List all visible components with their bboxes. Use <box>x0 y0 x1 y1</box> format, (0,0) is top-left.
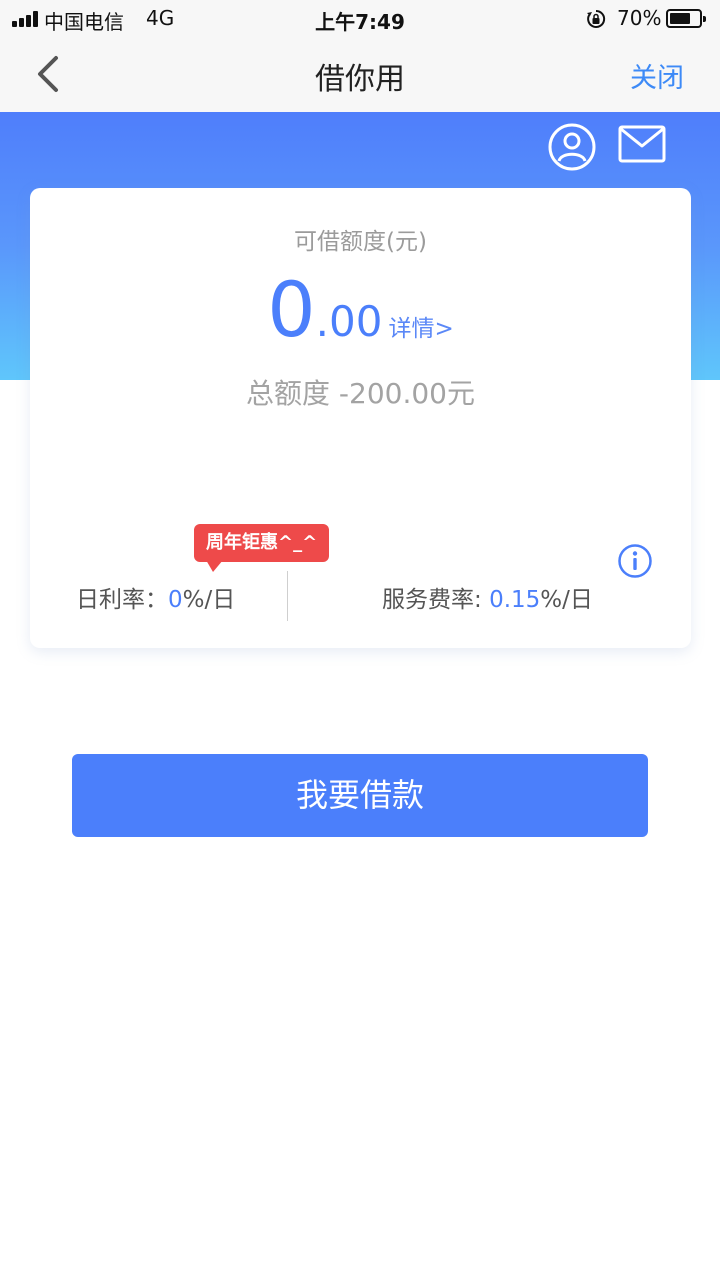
service-rate-value: 0.15 <box>489 587 541 613</box>
service-rate-label: 服务费率: <box>382 587 490 613</box>
nav-bar: 借你用 关闭 <box>0 36 720 112</box>
loan-page: 中国电信 4G 上午7:49 70% 借你用 关闭 可借额度(元) 0.00 详… <box>0 0 720 1280</box>
info-icon[interactable] <box>617 543 653 579</box>
borrow-button[interactable]: 我要借款 <box>72 754 648 837</box>
rate-divider <box>287 571 288 621</box>
service-rate-unit: %/日 <box>540 587 593 613</box>
service-rate: 服务费率: 0.15%/日 <box>382 580 593 614</box>
daily-rate-value: 0 <box>168 587 183 613</box>
credit-card: 可借额度(元) 0.00 详情> 总额度 -200.00元 周年钜惠^_^ 日利率… <box>30 188 691 648</box>
amount-integer: 0 <box>267 265 316 354</box>
daily-rate: 日利率：0%/日 <box>76 580 235 614</box>
detail-link[interactable]: 详情> <box>388 316 453 342</box>
promo-badge-tail <box>206 560 223 572</box>
available-credit-amount: 0.00 详情> <box>30 272 691 348</box>
user-icon[interactable] <box>547 122 597 172</box>
orientation-lock-icon <box>587 9 606 28</box>
total-limit: 总额度 -200.00元 <box>246 377 475 410</box>
daily-rate-unit: %/日 <box>182 587 236 613</box>
close-button[interactable]: 关闭 <box>630 56 684 95</box>
daily-rate-label: 日利率： <box>76 587 168 613</box>
battery-icon <box>666 9 706 28</box>
status-bar: 中国电信 4G 上午7:49 70% <box>0 0 720 36</box>
status-time: 上午7:49 <box>315 10 405 34</box>
battery-percent: 70% <box>617 6 662 30</box>
promo-badge: 周年钜惠^_^ <box>194 524 330 562</box>
page-title: 借你用 <box>315 62 405 97</box>
available-credit-label: 可借额度(元) <box>294 229 427 255</box>
amount-decimal: .00 <box>315 297 383 346</box>
mail-icon[interactable] <box>618 124 666 164</box>
